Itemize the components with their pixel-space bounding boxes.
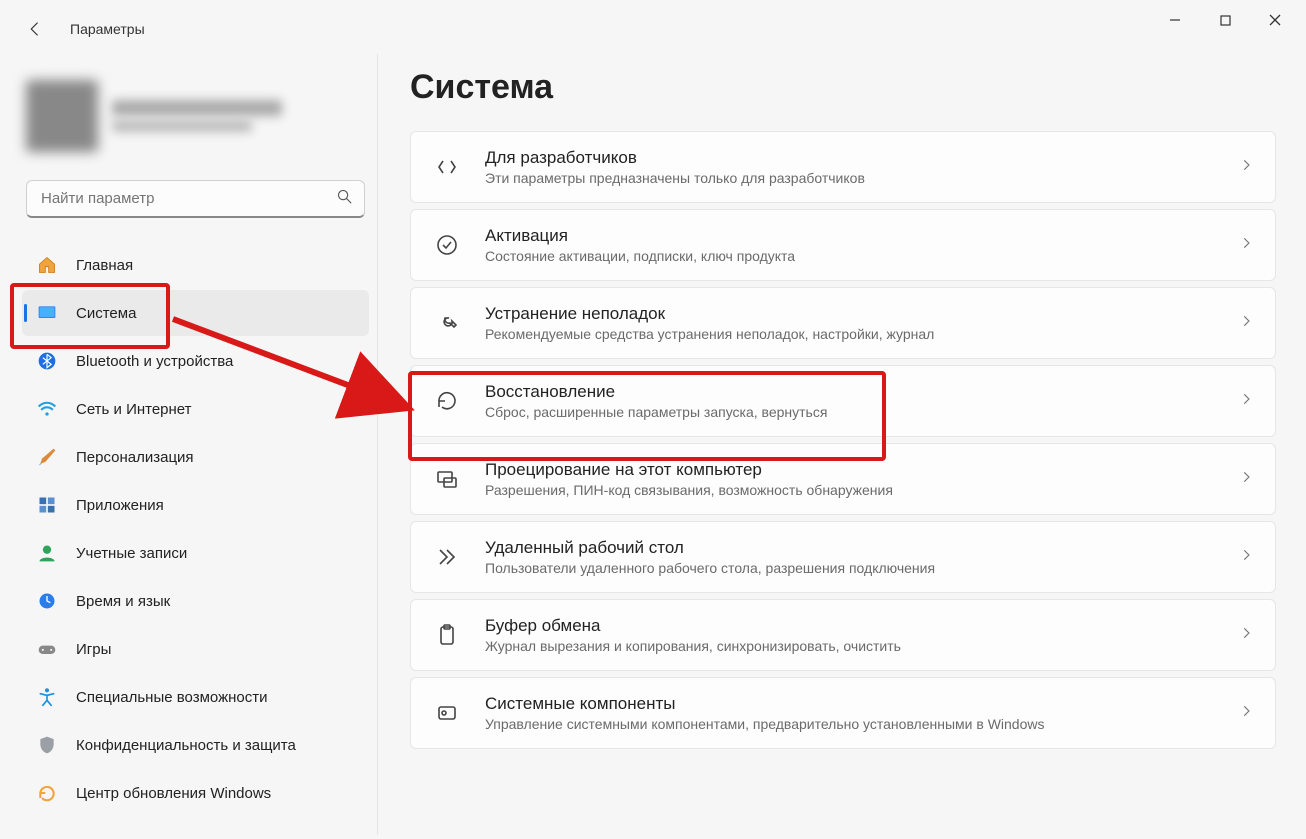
profile-name [112, 100, 282, 116]
sidebar-item-label: Время и язык [76, 593, 170, 610]
gamepad-icon [36, 638, 58, 660]
card-remote[interactable]: Удаленный рабочий стол Пользователи удал… [410, 521, 1276, 593]
components-icon [433, 699, 461, 727]
sidebar-item-label: Персонализация [76, 449, 194, 466]
card-title: Активация [485, 226, 1215, 246]
chevron-right-icon [1239, 548, 1253, 567]
close-button[interactable] [1252, 4, 1298, 36]
sidebar-item-gaming[interactable]: Игры [22, 626, 369, 672]
card-subtitle: Эти параметры предназначены только для р… [485, 170, 1215, 186]
wrench-icon [433, 309, 461, 337]
update-icon [36, 782, 58, 804]
clipboard-icon [433, 621, 461, 649]
chevron-right-icon [1239, 470, 1253, 489]
card-components[interactable]: Системные компоненты Управление системны… [410, 677, 1276, 749]
sidebar-item-label: Специальные возможности [76, 689, 268, 706]
chevron-right-icon [1239, 158, 1253, 177]
chevron-right-icon [1239, 392, 1253, 411]
home-icon [36, 254, 58, 276]
card-subtitle: Журнал вырезания и копирования, синхрони… [485, 638, 1215, 654]
avatar [26, 80, 98, 152]
page-title: Система [410, 68, 1276, 107]
system-icon [36, 302, 58, 324]
card-title: Восстановление [485, 382, 1215, 402]
brush-icon [36, 446, 58, 468]
card-subtitle: Разрешения, ПИН-код связывания, возможно… [485, 482, 1215, 498]
sidebar: Главная Система Bluetooth и устройства С… [0, 54, 378, 835]
chevron-right-icon [1239, 626, 1253, 645]
search-input[interactable] [26, 180, 365, 218]
profile-block[interactable] [22, 68, 369, 176]
chevron-right-icon [1239, 704, 1253, 723]
sidebar-item-privacy[interactable]: Конфиденциальность и защита [22, 722, 369, 768]
card-activation[interactable]: Активация Состояние активации, подписки,… [410, 209, 1276, 281]
remote-icon [433, 543, 461, 571]
shield-icon [36, 734, 58, 756]
sidebar-item-label: Учетные записи [76, 545, 187, 562]
maximize-button[interactable] [1202, 4, 1248, 36]
accessibility-icon [36, 686, 58, 708]
sidebar-nav: Главная Система Bluetooth и устройства С… [22, 242, 369, 816]
card-title: Устранение неполадок [485, 304, 1215, 324]
card-subtitle: Рекомендуемые средства устранения непола… [485, 326, 1215, 342]
sidebar-item-system[interactable]: Система [22, 290, 369, 336]
sidebar-item-network[interactable]: Сеть и Интернет [22, 386, 369, 432]
chevron-right-icon [1239, 314, 1253, 333]
sidebar-item-label: Сеть и Интернет [76, 401, 192, 418]
card-devs[interactable]: Для разработчиков Эти параметры предназн… [410, 131, 1276, 203]
app-title: Параметры [70, 21, 145, 37]
sidebar-item-accounts[interactable]: Учетные записи [22, 530, 369, 576]
card-title: Для разработчиков [485, 148, 1215, 168]
card-subtitle: Сброс, расширенные параметры запуска, ве… [485, 404, 1215, 420]
sidebar-item-bluetooth[interactable]: Bluetooth и устройства [22, 338, 369, 384]
card-title: Системные компоненты [485, 694, 1215, 714]
profile-email [112, 120, 252, 132]
window-controls [1152, 0, 1306, 40]
sidebar-item-update[interactable]: Центр обновления Windows [22, 770, 369, 816]
person-icon [36, 542, 58, 564]
card-subtitle: Состояние активации, подписки, ключ прод… [485, 248, 1215, 264]
chevron-right-icon [1239, 236, 1253, 255]
check-circle-icon [433, 231, 461, 259]
sidebar-item-home[interactable]: Главная [22, 242, 369, 288]
card-title: Удаленный рабочий стол [485, 538, 1215, 558]
project-icon [433, 465, 461, 493]
card-title: Проецирование на этот компьютер [485, 460, 1215, 480]
search-icon [336, 188, 353, 210]
sidebar-item-label: Система [76, 305, 136, 322]
card-clipboard[interactable]: Буфер обмена Журнал вырезания и копирова… [410, 599, 1276, 671]
card-subtitle: Пользователи удаленного рабочего стола, … [485, 560, 1215, 576]
sidebar-item-label: Игры [76, 641, 111, 658]
card-recovery[interactable]: Восстановление Сброс, расширенные параме… [410, 365, 1276, 437]
card-subtitle: Управление системными компонентами, пред… [485, 716, 1215, 732]
header: Параметры [0, 0, 1306, 44]
sidebar-item-label: Конфиденциальность и защита [76, 737, 296, 754]
apps-icon [36, 494, 58, 516]
minimize-button[interactable] [1152, 4, 1198, 36]
sidebar-item-label: Главная [76, 257, 133, 274]
bluetooth-icon [36, 350, 58, 372]
main-content: Система Для разработчиков Эти параметры … [378, 54, 1306, 835]
clock-globe-icon [36, 590, 58, 612]
sidebar-item-accessibility[interactable]: Специальные возможности [22, 674, 369, 720]
sidebar-item-label: Приложения [76, 497, 164, 514]
recovery-icon [433, 387, 461, 415]
sidebar-item-personalization[interactable]: Персонализация [22, 434, 369, 480]
wifi-icon [36, 398, 58, 420]
card-title: Буфер обмена [485, 616, 1215, 636]
sidebar-item-apps[interactable]: Приложения [22, 482, 369, 528]
card-project[interactable]: Проецирование на этот компьютер Разрешен… [410, 443, 1276, 515]
sidebar-item-time[interactable]: Время и язык [22, 578, 369, 624]
back-button[interactable] [20, 14, 50, 44]
sidebar-item-label: Bluetooth и устройства [76, 353, 233, 370]
devs-icon [433, 153, 461, 181]
sidebar-item-label: Центр обновления Windows [76, 785, 271, 802]
card-troubleshoot[interactable]: Устранение неполадок Рекомендуемые средс… [410, 287, 1276, 359]
